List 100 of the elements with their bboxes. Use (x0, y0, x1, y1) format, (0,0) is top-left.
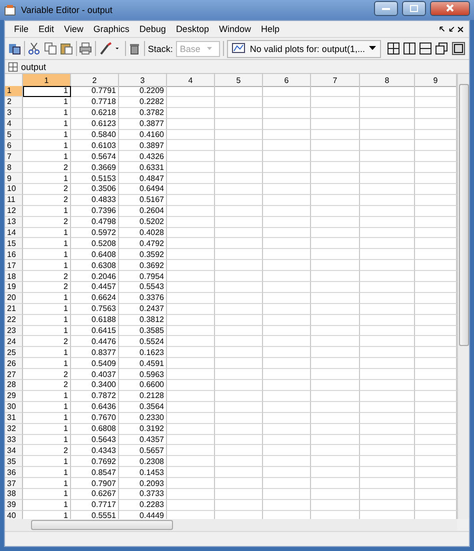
table-cell[interactable]: 0.5153 (71, 173, 119, 184)
maximize-layout-icon[interactable] (450, 42, 466, 55)
table-cell[interactable] (167, 292, 215, 304)
table-cell[interactable]: 2 (23, 336, 71, 348)
table-cell[interactable] (167, 216, 215, 228)
table-cell[interactable] (167, 206, 215, 217)
table-cell[interactable] (360, 500, 415, 511)
table-cell[interactable]: 0.2604 (119, 206, 167, 217)
table-cell[interactable]: 0.3782 (119, 108, 167, 119)
row-header[interactable]: 29 (5, 390, 23, 402)
table-cell[interactable] (311, 445, 360, 456)
table-cell[interactable] (360, 434, 415, 446)
row-header[interactable]: 15 (5, 238, 23, 250)
table-cell[interactable] (167, 500, 215, 511)
table-cell[interactable]: 1 (23, 456, 71, 468)
table-cell[interactable] (263, 500, 311, 511)
paste-icon[interactable] (60, 42, 73, 55)
row-header[interactable]: 28 (5, 380, 23, 391)
table-cell[interactable] (311, 434, 360, 446)
table-cell[interactable]: 0.7396 (71, 206, 119, 217)
table-cell[interactable] (167, 249, 215, 260)
table-cell[interactable] (311, 118, 360, 130)
menu-item[interactable]: View (59, 24, 88, 34)
table-cell[interactable] (311, 238, 360, 250)
table-cell[interactable] (311, 206, 360, 217)
table-cell[interactable] (215, 249, 263, 260)
table-cell[interactable] (360, 304, 415, 315)
table-cell[interactable]: 2 (23, 380, 71, 391)
table-cell[interactable]: 1 (23, 130, 71, 140)
table-cell[interactable]: 2 (23, 216, 71, 228)
table-cell[interactable]: 1 (23, 304, 71, 315)
table-cell[interactable] (167, 238, 215, 250)
table-cell[interactable] (360, 445, 415, 456)
table-cell[interactable] (263, 151, 311, 162)
table-cell[interactable] (360, 260, 415, 272)
float-layout-icon[interactable] (434, 42, 448, 55)
table-cell[interactable] (215, 412, 263, 424)
table-cell[interactable] (167, 445, 215, 456)
table-cell[interactable]: 0.1623 (119, 347, 167, 358)
table-cell[interactable] (311, 151, 360, 162)
table-cell[interactable]: 0.8547 (71, 467, 119, 478)
table-cell[interactable] (215, 434, 263, 446)
table-cell[interactable] (215, 206, 263, 217)
table-cell[interactable] (263, 238, 311, 250)
table-cell[interactable] (215, 380, 263, 391)
row-header[interactable]: 19 (5, 282, 23, 293)
table-cell[interactable] (167, 390, 215, 402)
table-cell[interactable]: 0.2437 (119, 304, 167, 315)
table-cell[interactable]: 1 (23, 206, 71, 217)
table-cell[interactable]: 0.4833 (71, 194, 119, 206)
table-cell[interactable] (215, 173, 263, 184)
row-header[interactable]: 34 (5, 445, 23, 456)
table-cell[interactable]: 1 (23, 434, 71, 446)
table-cell[interactable] (167, 434, 215, 446)
column-header[interactable]: 6 (263, 74, 311, 87)
table-cell[interactable] (215, 151, 263, 162)
menu-item[interactable]: File (9, 24, 34, 34)
menu-item[interactable]: Desktop (170, 24, 214, 34)
table-cell[interactable] (263, 228, 311, 238)
table-cell[interactable] (167, 456, 215, 468)
table-cell[interactable] (215, 194, 263, 206)
table-cell[interactable]: 0.2330 (119, 412, 167, 424)
table-cell[interactable] (360, 390, 415, 402)
row-header[interactable]: 35 (5, 456, 23, 468)
table-cell[interactable]: 1 (23, 228, 71, 238)
column-header[interactable]: 7 (311, 74, 360, 87)
table-cell[interactable]: 1 (23, 402, 71, 413)
menu-item[interactable]: Debug (134, 24, 171, 34)
table-cell[interactable] (360, 369, 415, 380)
table-cell[interactable] (215, 390, 263, 402)
tile-layout-icon[interactable] (386, 42, 400, 55)
table-cell[interactable]: 1 (23, 260, 71, 272)
table-cell[interactable]: 2 (23, 271, 71, 282)
row-header[interactable]: 4 (5, 118, 23, 130)
table-cell[interactable]: 1 (23, 347, 71, 358)
table-cell[interactable]: 0.6218 (71, 108, 119, 119)
table-cell[interactable]: 0.3733 (119, 488, 167, 500)
table-cell[interactable] (263, 380, 311, 391)
table-cell[interactable] (311, 130, 360, 140)
vertical-scrollbar[interactable] (457, 74, 469, 519)
table-cell[interactable]: 0.2128 (119, 390, 167, 402)
table-cell[interactable]: 0.3400 (71, 380, 119, 391)
maximize-button[interactable] (402, 0, 426, 16)
table-cell[interactable] (215, 369, 263, 380)
import-data-icon[interactable] (8, 42, 21, 55)
table-cell[interactable] (167, 402, 215, 413)
table-cell[interactable] (167, 260, 215, 272)
table-cell[interactable]: 1 (23, 292, 71, 304)
column-header[interactable]: 8 (360, 74, 415, 87)
row-header[interactable]: 39 (5, 500, 23, 511)
row-header[interactable]: 12 (5, 206, 23, 217)
table-cell[interactable]: 1 (23, 424, 71, 434)
row-header[interactable]: 25 (5, 347, 23, 358)
table-cell[interactable] (215, 140, 263, 152)
table-cell[interactable] (167, 162, 215, 174)
table-cell[interactable] (311, 86, 360, 97)
table-cell[interactable]: 1 (23, 358, 71, 370)
table-cell[interactable] (167, 118, 215, 130)
table-cell[interactable] (215, 347, 263, 358)
table-cell[interactable]: 0.3506 (71, 184, 119, 195)
